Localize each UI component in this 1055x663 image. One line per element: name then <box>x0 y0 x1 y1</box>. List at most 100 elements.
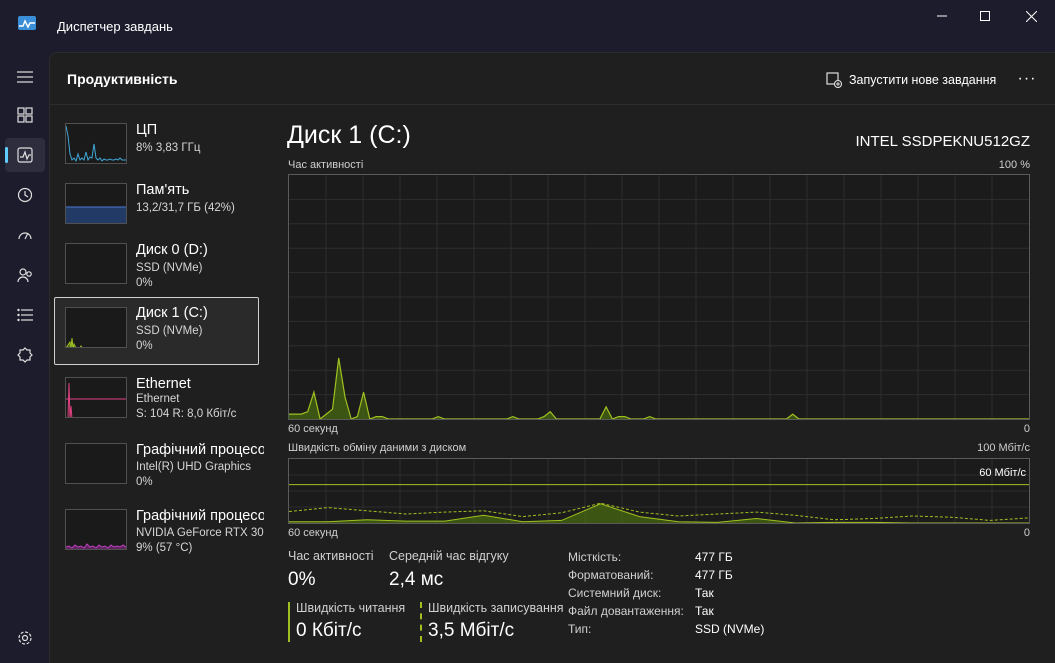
resource-usage: 0% <box>136 277 153 289</box>
read-speed-marker <box>288 602 290 642</box>
details-icon <box>17 308 33 322</box>
transfer-chart: 60 Мбіт/с <box>288 458 1030 524</box>
resource-detail: 8% 3,83 ГГц <box>136 142 201 154</box>
nav-app-history[interactable] <box>5 178 45 212</box>
window-title: Диспетчер завдань <box>57 19 173 34</box>
resource-item-gpu0[interactable]: Графічний процесор 0 Intel(R) UHD Graphi… <box>54 434 264 501</box>
hamburger-menu-button[interactable] <box>5 60 45 94</box>
prop-capacity-value: 477 ГБ <box>695 550 733 564</box>
ethernet-mini-graph <box>66 382 126 417</box>
read-speed-label: Швидкість читання <box>296 601 406 615</box>
disk1-mini-graph <box>66 337 83 347</box>
nav-performance[interactable] <box>5 138 45 172</box>
prop-formatted-value: 477 ГБ <box>695 568 733 582</box>
resource-name: Диск 0 (D:) <box>136 242 208 258</box>
activity-chart-max: 100 % <box>998 159 1030 171</box>
read-speed-value: 0 Кбіт/с <box>296 620 362 641</box>
processes-icon <box>17 107 33 123</box>
resource-detail: 13,2/31,7 ГБ (42%) <box>136 202 235 214</box>
app-history-icon <box>17 187 33 203</box>
resource-detail: Intel(R) UHD Graphics <box>136 461 252 473</box>
resource-usage: S: 104 R: 8,0 Кбіт/с <box>136 408 237 420</box>
transfer-chart-label: Швидкість обміну даними з диском <box>288 442 467 454</box>
cpu-thumbnail <box>65 123 127 164</box>
resource-usage: 0% <box>136 340 153 352</box>
close-button[interactable] <box>1008 0 1054 32</box>
new-task-label: Запустити нове завдання <box>849 73 997 87</box>
resource-item-gpu1[interactable]: Графічний процесор 1 NVIDIA GeForce RTX … <box>54 500 264 567</box>
prop-formatted-label: Форматований: <box>568 568 654 582</box>
more-options-button[interactable]: ··· <box>1013 67 1041 91</box>
prop-system-disk-value: Так <box>695 586 714 600</box>
prop-system-disk-label: Системний диск: <box>568 586 662 600</box>
active-indicator <box>5 147 8 163</box>
transfer-chart-time-left: 60 секунд <box>288 527 338 539</box>
nav-startup[interactable] <box>5 218 45 252</box>
activity-stat-value: 0% <box>288 569 316 590</box>
maximize-button[interactable] <box>962 0 1008 32</box>
write-speed-value: 3,5 Мбіт/с <box>428 620 515 641</box>
performance-icon <box>17 147 33 163</box>
resource-item-disk1[interactable]: Диск 1 (C:) SSD (NVMe) 0% <box>54 297 259 365</box>
activity-chart-time-left: 60 секунд <box>288 423 338 435</box>
disk0-thumbnail <box>65 243 127 284</box>
hamburger-icon <box>17 71 33 83</box>
prop-capacity-label: Місткість: <box>568 550 622 564</box>
gpu1-mini-graph <box>66 543 126 549</box>
resource-name: Пам'ять <box>136 182 190 198</box>
transfer-chart-max: 100 Мбіт/с <box>977 442 1030 454</box>
prop-pagefile-value: Так <box>695 604 714 618</box>
new-task-button[interactable]: Запустити нове завдання <box>826 69 996 91</box>
maximize-icon <box>980 11 990 21</box>
resource-name: Графічний процесор 1 <box>136 508 264 524</box>
header-divider <box>50 104 1055 105</box>
disk-title: Диск 1 (C:) <box>287 121 411 149</box>
resource-item-disk0[interactable]: Диск 0 (D:) SSD (NVMe) 0% <box>54 234 259 301</box>
transfer-chart-ref-label: 60 Мбіт/с <box>979 467 1026 479</box>
nav-users[interactable] <box>5 258 45 292</box>
activity-stat-label: Час активності <box>288 549 374 563</box>
resource-detail: Ethernet <box>136 393 180 405</box>
resource-detail: SSD (NVMe) <box>136 325 203 337</box>
close-icon <box>1025 10 1037 22</box>
activity-chart-time-right: 0 <box>1023 423 1030 435</box>
navigation-rail <box>0 52 49 663</box>
gpu1-thumbnail <box>65 509 127 550</box>
resource-detail: NVIDIA GeForce RTX 3050 <box>136 527 264 539</box>
new-task-icon <box>826 72 842 88</box>
cpu-mini-graph <box>66 125 126 163</box>
resource-item-memory[interactable]: Пам'ять 13,2/31,7 ГБ (42%) <box>54 174 259 241</box>
write-speed-label: Швидкість записування <box>428 601 564 615</box>
disk1-thumbnail <box>65 307 127 348</box>
resource-name: ЦП <box>136 122 158 138</box>
nav-processes[interactable] <box>5 98 45 132</box>
nav-settings[interactable] <box>5 621 45 655</box>
resource-name: Ethernet <box>136 376 191 392</box>
task-manager-app-icon <box>18 16 36 30</box>
resource-item-ethernet[interactable]: Ethernet Ethernet S: 104 R: 8,0 Кбіт/с <box>54 368 259 435</box>
prop-type-value: SSD (NVMe) <box>695 622 765 636</box>
memory-thumbnail <box>65 183 127 224</box>
response-stat-value: 2,4 мс <box>389 569 444 590</box>
disk-model: INTEL SSDPEKNU512GZ <box>855 133 1031 150</box>
users-icon <box>17 268 32 283</box>
resource-item-cpu[interactable]: ЦП 8% 3,83 ГГц <box>54 114 259 181</box>
resource-name: Диск 1 (C:) <box>136 305 208 321</box>
main-panel: Продуктивність Запустити нове завдання ·… <box>49 52 1055 663</box>
activity-chart-plot <box>289 175 1029 421</box>
resource-usage: 9% (57 °C) <box>136 542 193 554</box>
minimize-button[interactable] <box>919 0 965 32</box>
prop-type-label: Тип: <box>568 622 592 636</box>
memory-mini-graph <box>66 206 126 223</box>
nav-services[interactable] <box>5 338 45 372</box>
resource-detail: SSD (NVMe) <box>136 262 203 274</box>
write-speed-marker <box>420 602 422 642</box>
ethernet-thumbnail <box>65 377 127 418</box>
services-icon <box>17 347 33 363</box>
prop-pagefile-label: Файл довантаження: <box>568 604 684 618</box>
activity-chart <box>288 174 1030 421</box>
startup-icon <box>18 232 32 240</box>
title-bar: Диспетчер завдань <box>0 0 1055 52</box>
nav-details[interactable] <box>5 298 45 332</box>
resource-name: Графічний процесор 0 <box>136 442 264 458</box>
